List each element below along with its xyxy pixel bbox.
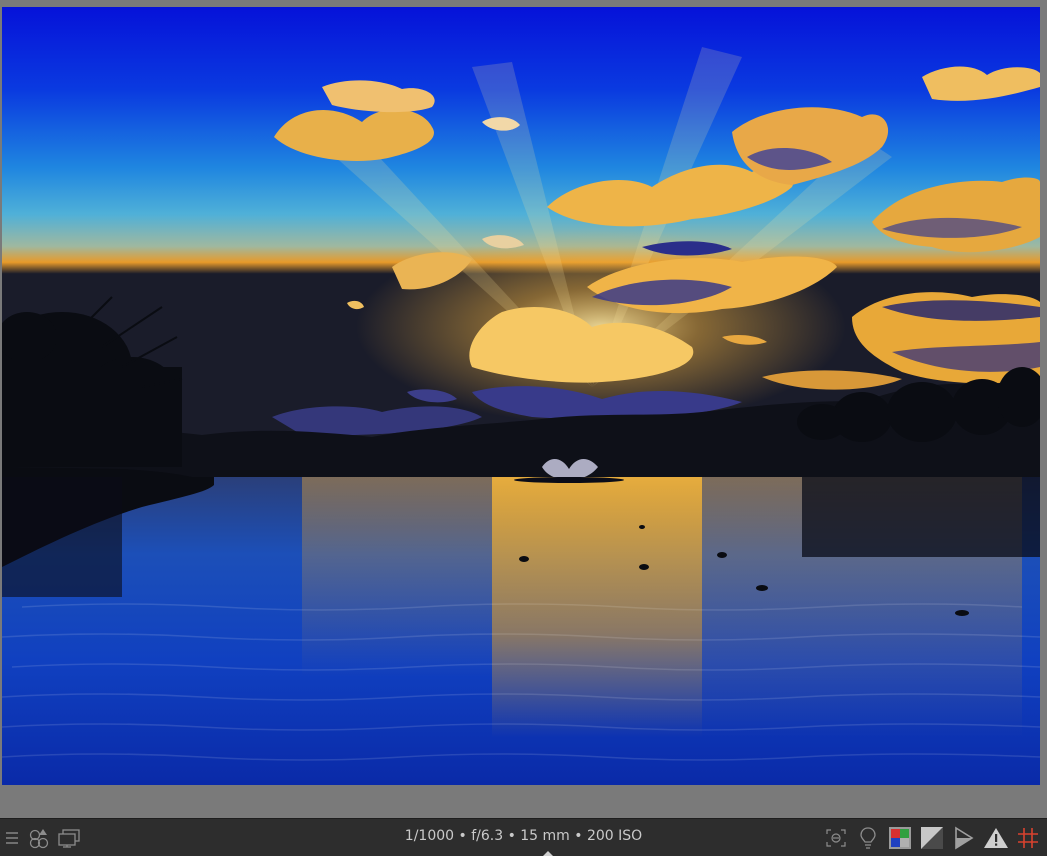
darkroom-window: 1/1000 • f/6.3 • 15 mm • 200 ISO — [0, 0, 1047, 856]
exif-text: 1/1000 • f/6.3 • 15 mm • 200 ISO — [404, 828, 643, 844]
styles-icon[interactable] — [24, 823, 54, 853]
color-assessment-icon[interactable] — [885, 823, 915, 853]
display-icon[interactable] — [54, 823, 84, 853]
guides-icon[interactable] — [1013, 823, 1043, 853]
image-viewport[interactable] — [0, 0, 1047, 818]
photo-preview[interactable] — [2, 7, 1040, 785]
bottom-left-controls — [0, 819, 84, 856]
panel-collapse-caret[interactable] — [543, 851, 553, 856]
photo-image — [2, 7, 1040, 785]
bottom-panel: 1/1000 • f/6.3 • 15 mm • 200 ISO — [0, 818, 1047, 856]
softproof-icon[interactable] — [949, 823, 979, 853]
menu-icon[interactable] — [0, 823, 24, 853]
bottom-right-controls — [821, 819, 1043, 856]
bulb-icon[interactable] — [853, 823, 883, 853]
gamut-warning-icon[interactable] — [981, 823, 1011, 853]
clipping-icon[interactable] — [917, 823, 947, 853]
focus-peaking-icon[interactable] — [821, 823, 851, 853]
